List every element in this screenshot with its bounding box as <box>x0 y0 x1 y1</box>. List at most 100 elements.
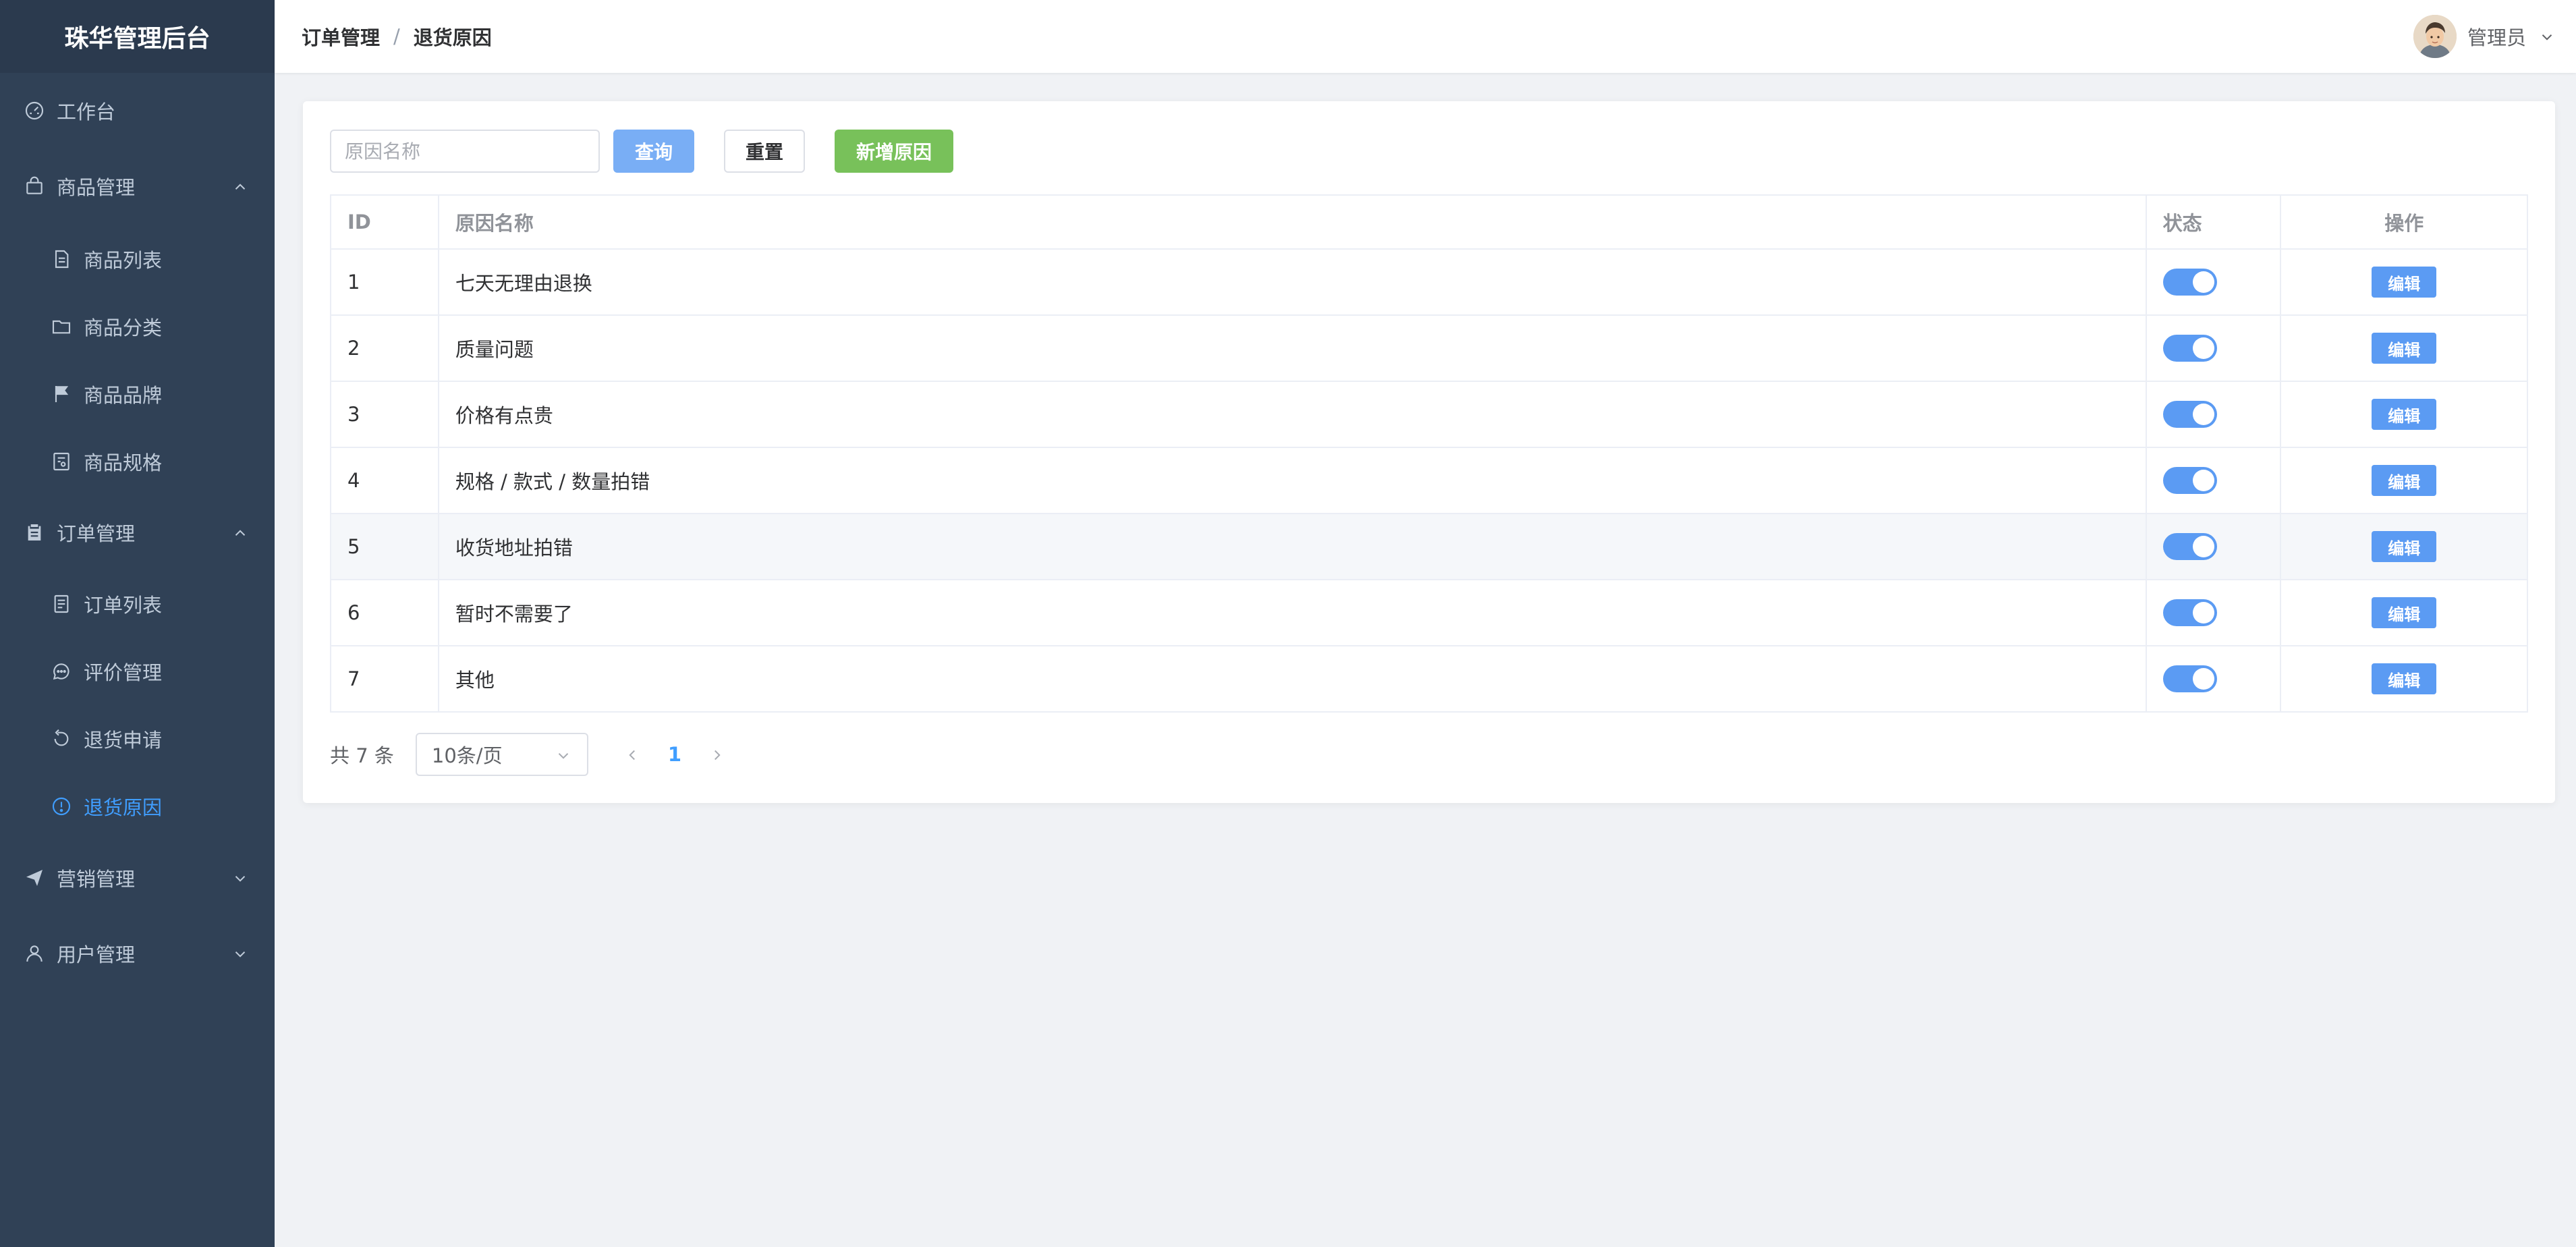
table-row: 3 价格有点贵 编辑 <box>331 381 2527 447</box>
breadcrumb-item-order-management[interactable]: 订单管理 <box>302 22 380 51</box>
edit-button[interactable]: 编辑 <box>2372 663 2437 694</box>
cell-actions: 编辑 <box>2281 316 2527 381</box>
table-row: 6 暂时不需要了 编辑 <box>331 579 2527 645</box>
page-size-select[interactable]: 10条/页 <box>415 733 588 776</box>
sidebar-item-return-reason[interactable]: 退货原因 <box>0 782 275 831</box>
bag-icon <box>23 175 46 198</box>
table-header-row: ID 原因名称 状态 操作 <box>331 196 2527 248</box>
list-icon <box>50 592 73 615</box>
status-toggle[interactable] <box>2162 533 2217 560</box>
sidebar-item-label: 工作台 <box>57 101 116 123</box>
sidebar-item-label: 商品管理 <box>57 176 136 199</box>
sidebar-item-marketing-management[interactable]: 营销管理 <box>0 854 275 902</box>
chat-icon <box>50 660 73 683</box>
status-toggle[interactable] <box>2162 665 2217 692</box>
query-button[interactable]: 查询 <box>613 130 694 173</box>
chevron-up-icon <box>231 524 249 541</box>
sidebar-item-label: 商品分类 <box>84 316 163 339</box>
dashboard-icon <box>23 99 46 122</box>
sidebar-item-return-application[interactable]: 退货申请 <box>0 715 275 763</box>
username: 管理员 <box>2467 26 2526 49</box>
refresh-icon <box>50 727 73 750</box>
sidebar-item-review-management[interactable]: 评价管理 <box>0 647 275 696</box>
search-toolbar: 查询 重置 新增原因 <box>330 130 953 173</box>
sidebar-item-label: 退货原因 <box>84 796 163 819</box>
content-card: 查询 重置 新增原因 ID 原因名称 状态 操作 1 七天无理由退换 编辑 2 … <box>303 101 2555 803</box>
cell-id: 1 <box>331 250 439 314</box>
table-row: 5 收货地址拍错 编辑 <box>331 513 2527 579</box>
status-toggle[interactable] <box>2162 269 2217 296</box>
reason-name-search-input[interactable] <box>330 130 600 173</box>
sidebar-item-order-management[interactable]: 订单管理 <box>0 508 275 557</box>
status-toggle[interactable] <box>2162 335 2217 362</box>
sidebar-item-label: 订单管理 <box>57 522 136 545</box>
status-toggle[interactable] <box>2162 401 2217 428</box>
reset-button[interactable]: 重置 <box>724 130 805 173</box>
cell-id: 6 <box>331 580 439 645</box>
chevron-up-icon <box>231 177 249 195</box>
page-number-current[interactable]: 1 <box>668 743 681 766</box>
sidebar-item-goods-list[interactable]: 商品列表 <box>0 235 275 283</box>
table-row: 4 规格 / 款式 / 数量拍错 编辑 <box>331 447 2527 513</box>
toggle-knob <box>2192 602 2214 624</box>
cell-status <box>2147 646 2282 711</box>
add-reason-button[interactable]: 新增原因 <box>835 130 953 173</box>
toggle-knob <box>2192 668 2214 690</box>
table-row: 2 质量问题 编辑 <box>331 314 2527 381</box>
cell-status <box>2147 448 2282 513</box>
status-toggle[interactable] <box>2162 467 2217 494</box>
cell-name: 规格 / 款式 / 数量拍错 <box>439 448 2147 513</box>
sidebar-item-goods-brand[interactable]: 商品品牌 <box>0 370 275 418</box>
app-logo-title: 珠华管理后台 <box>0 0 275 73</box>
page-size-value: 10条/页 <box>431 744 503 767</box>
user-dropdown[interactable]: 管理员 <box>2413 0 2556 73</box>
sidebar: 珠华管理后台 工作台 商品管理 商品列表 商品分类 商品品牌 商品规格 订单管理… <box>0 0 275 1247</box>
cell-name: 其他 <box>439 646 2147 711</box>
sidebar-item-label: 商品规格 <box>84 451 163 474</box>
folder-icon <box>50 315 73 338</box>
cell-actions: 编辑 <box>2281 250 2527 314</box>
edit-button[interactable]: 编辑 <box>2372 531 2437 562</box>
cell-name: 暂时不需要了 <box>439 580 2147 645</box>
cell-actions: 编辑 <box>2281 514 2527 579</box>
top-header: 订单管理 / 退货原因 管理员 <box>275 0 2576 73</box>
sidebar-item-label: 用户管理 <box>57 943 136 966</box>
sidebar-item-goods-management[interactable]: 商品管理 <box>0 162 275 211</box>
breadcrumb: 订单管理 / 退货原因 <box>302 22 492 51</box>
sidebar-item-label: 商品列表 <box>84 249 163 272</box>
avatar[interactable] <box>2413 15 2457 58</box>
toggle-knob <box>2192 536 2214 557</box>
column-header-actions: 操作 <box>2384 212 2424 235</box>
prev-page-icon[interactable] <box>623 746 641 763</box>
user-icon <box>23 942 46 965</box>
cell-name: 质量问题 <box>439 316 2147 381</box>
chevron-down-icon <box>555 746 572 764</box>
edit-button[interactable]: 编辑 <box>2372 333 2437 364</box>
cell-status <box>2147 514 2282 579</box>
pagination: 共 7 条 10条/页 1 <box>330 733 726 776</box>
cell-name: 价格有点贵 <box>439 382 2147 447</box>
edit-button[interactable]: 编辑 <box>2372 267 2437 298</box>
tickets-icon <box>50 450 73 473</box>
return-reason-table: ID 原因名称 状态 操作 1 七天无理由退换 编辑 2 质量问题 编辑 3 价… <box>330 194 2528 713</box>
sidebar-item-workbench[interactable]: 工作台 <box>0 86 275 135</box>
sidebar-item-goods-spec[interactable]: 商品规格 <box>0 437 275 486</box>
status-toggle[interactable] <box>2162 599 2217 626</box>
chevron-down-icon <box>231 869 249 887</box>
edit-button[interactable]: 编辑 <box>2372 399 2437 430</box>
flag-icon <box>50 383 73 406</box>
sidebar-item-label: 商品品牌 <box>84 384 163 407</box>
total-count: 共 7 条 <box>330 744 394 767</box>
sidebar-item-user-management[interactable]: 用户管理 <box>0 929 275 978</box>
sidebar-item-order-list[interactable]: 订单列表 <box>0 580 275 628</box>
cell-id: 2 <box>331 316 439 381</box>
cell-status <box>2147 580 2282 645</box>
chevron-down-icon <box>2538 28 2556 45</box>
edit-button[interactable]: 编辑 <box>2372 465 2437 496</box>
cell-status <box>2147 250 2282 314</box>
sidebar-item-goods-category[interactable]: 商品分类 <box>0 302 275 351</box>
next-page-icon[interactable] <box>708 746 726 763</box>
cell-id: 5 <box>331 514 439 579</box>
breadcrumb-separator: / <box>393 25 400 48</box>
edit-button[interactable]: 编辑 <box>2372 597 2437 628</box>
